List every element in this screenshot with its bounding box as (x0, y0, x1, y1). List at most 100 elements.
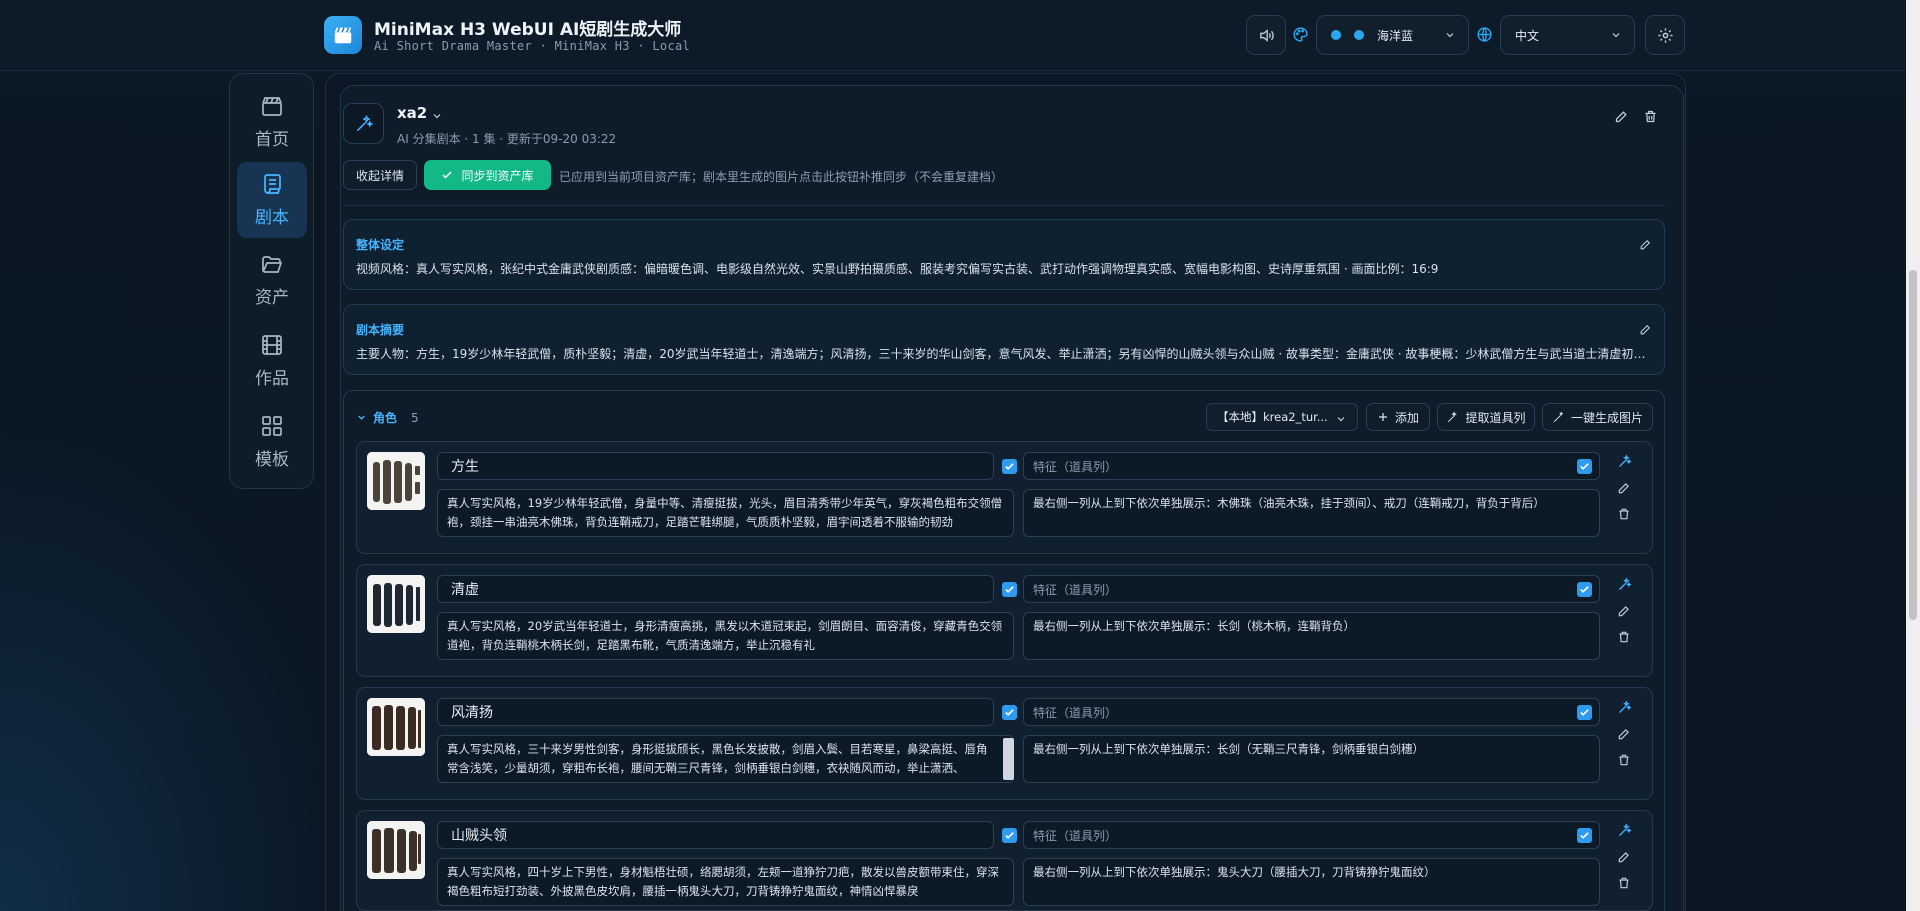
sidebar-item-script[interactable]: 剧本 (237, 162, 307, 238)
magic-wand-icon (356, 114, 373, 131)
role-feature-checkbox[interactable] (1577, 459, 1592, 474)
model-select-value: 【本地】krea2_tur... (1217, 410, 1328, 424)
chevron-down-icon (358, 415, 365, 420)
page-scrollbar-thumb[interactable] (1909, 270, 1917, 620)
roles-title: 角色 (373, 411, 398, 425)
check-icon (442, 171, 453, 179)
role-props[interactable]: 最右侧一列从上到下依次单独展示：木佛珠（油亮木珠，挂于颈间）、戒刀（连鞘戒刀，背… (1023, 489, 1600, 537)
role-name-checkbox[interactable] (1002, 828, 1017, 843)
role-feature-input[interactable]: 特征（道具列） (1023, 452, 1600, 480)
extract-props-label: 提取道具列 (1465, 410, 1526, 425)
generate-image-icon[interactable] (1617, 823, 1632, 842)
app-title: MiniMax H3 WebUI AI短剧生成大师 (374, 20, 682, 40)
script-summary-text: 主要人物：方生，19岁少林年轻武僧，质朴坚毅；清虚，20岁武当年轻道士，清逸端方… (356, 347, 1650, 361)
sync-button-label: 同步到资产库 (461, 168, 534, 183)
theme-select[interactable]: 海洋蓝 (1316, 15, 1469, 55)
edit-pencil-icon[interactable] (1617, 849, 1631, 868)
role-feature-checkbox[interactable] (1577, 582, 1592, 597)
role-description[interactable]: 真人写实风格，三十来岁男性剑客，身形挺拔颀长，黑色长发披散，剑眉入鬓、目若寒星，… (437, 735, 1014, 783)
magic-wand-icon (1553, 411, 1564, 422)
role-name-input[interactable]: 清虚 (437, 575, 994, 603)
add-role-button[interactable]: 添加 (1366, 403, 1430, 431)
grid-icon (262, 416, 282, 436)
model-select[interactable]: 【本地】krea2_tur... (1206, 403, 1358, 431)
sparkle-wand-icon (1448, 411, 1458, 422)
role-description[interactable]: 真人写实风格，四十岁上下男性，身材魁梧壮硕，络腮胡须，左颊一道狰狞刀疤，散发以兽… (437, 858, 1014, 906)
sidebar-item-assets[interactable]: 资产 (237, 242, 307, 318)
role-feature-input[interactable]: 特征（道具列） (1023, 575, 1600, 603)
edit-overall-pencil-icon[interactable] (1639, 236, 1652, 255)
sync-note: 已应用到当前项目资产库；剧本里生成的图片点击此按钮补推同步（不会重复建档） (559, 170, 1004, 184)
chevron-down-icon (1337, 417, 1345, 422)
role-feature-input[interactable]: 特征（道具列） (1023, 821, 1600, 849)
delete-trash-icon[interactable] (1617, 875, 1631, 894)
delete-trash-icon[interactable] (1617, 506, 1631, 525)
app-subtitle: Ai Short Drama Master · MiniMax H3 · Loc… (374, 39, 691, 53)
role-card: 清虚 特征（道具列） 真人写实风格，20岁武当年轻道士，身形清瘦高挑，黑发以木道… (356, 564, 1653, 677)
speaker-icon (1259, 28, 1274, 42)
role-feature-checkbox[interactable] (1577, 828, 1592, 843)
generate-image-icon[interactable] (1617, 454, 1632, 473)
roles-count: 5 (411, 410, 419, 425)
role-description[interactable]: 真人写实风格，20岁武当年轻道士，身形清瘦高挑，黑发以木道冠束起，剑眉朗目、面容… (437, 612, 1014, 660)
delete-trash-icon[interactable] (1617, 629, 1631, 648)
sidebar-item-works[interactable]: 作品 (237, 323, 307, 399)
delete-trash-icon[interactable] (1617, 752, 1631, 771)
delete-script-trash-icon[interactable] (1643, 109, 1658, 128)
role-props[interactable]: 最右侧一列从上到下依次单独展示：鬼头大刀（腰插大刀，刀背铸狰狞鬼面纹） (1023, 858, 1600, 906)
role-name-input[interactable]: 山贼头领 (437, 821, 994, 849)
collapse-details-button[interactable]: 收起详情 (343, 160, 417, 190)
settings-button[interactable] (1645, 15, 1685, 55)
theme-color-dot-2 (1354, 30, 1364, 40)
role-feature-input[interactable]: 特征（道具列） (1023, 698, 1600, 726)
edit-pencil-icon[interactable] (1617, 480, 1631, 499)
role-card: 方生 特征（道具列） 真人写实风格，19岁少林年轻武僧，身量中等、清瘦挺拔，光头… (356, 441, 1653, 554)
role-thumbnail[interactable] (367, 575, 425, 633)
edit-summary-pencil-icon[interactable] (1639, 321, 1652, 340)
edit-script-pencil-icon[interactable] (1614, 109, 1629, 128)
generate-image-icon[interactable] (1617, 700, 1632, 719)
edit-pencil-icon[interactable] (1617, 726, 1631, 745)
sidebar-item-label: 首页 (255, 130, 289, 150)
theme-select-value: 海洋蓝 (1377, 28, 1414, 43)
divider (343, 205, 1665, 206)
sidebar-item-label: 作品 (255, 369, 289, 389)
theme-color-dot (1331, 30, 1341, 40)
role-name-input[interactable]: 方生 (437, 452, 994, 480)
sidebar-item-home[interactable]: 首页 (237, 84, 307, 160)
sync-to-assets-button[interactable]: 同步到资产库 (424, 160, 551, 190)
role-props[interactable]: 最右侧一列从上到下依次单独展示：长剑（桃木柄，连鞘背负） (1023, 612, 1600, 660)
edit-pencil-icon[interactable] (1617, 603, 1631, 622)
chevron-down-icon[interactable] (431, 107, 443, 126)
chevron-down-icon (1446, 33, 1454, 38)
role-props[interactable]: 最右侧一列从上到下依次单独展示：长剑（无鞘三尺青锋，剑柄垂银白剑穗） (1023, 735, 1600, 783)
role-feature-checkbox[interactable] (1577, 705, 1592, 720)
overall-settings-panel: 整体设定 视频风格：真人写实风格，张纪中式金庸武侠剧质感：偏暗暖色调、电影级自然… (343, 219, 1665, 290)
role-thumbnail[interactable] (367, 698, 425, 756)
role-name-input[interactable]: 风清扬 (437, 698, 994, 726)
script-meta: AI 分集剧本 · 1 集 · 更新于09-20 03:22 (397, 132, 617, 146)
role-thumbnail[interactable] (367, 821, 425, 879)
left-sidebar: 首页 剧本 资产 作品 模板 (229, 73, 314, 489)
chevron-down-icon (1612, 33, 1620, 38)
language-select[interactable]: 中文 (1500, 15, 1635, 55)
role-description[interactable]: 真人写实风格，19岁少林年轻武僧，身量中等、清瘦挺拔，光头，眉目清秀带少年英气，… (437, 489, 1014, 537)
sound-toggle-button[interactable] (1246, 15, 1286, 55)
role-name-checkbox[interactable] (1002, 459, 1017, 474)
plus-icon (1378, 413, 1387, 421)
generate-image-icon[interactable] (1617, 577, 1632, 596)
clapperboard-icon (262, 97, 282, 116)
generate-all-images-button[interactable]: 一键生成图片 (1542, 403, 1653, 431)
app-logo (324, 16, 362, 54)
description-scrollbar[interactable] (1003, 738, 1014, 780)
roles-section-toggle[interactable]: 角色 5 (356, 409, 419, 426)
script-name[interactable]: xa2 (397, 104, 427, 122)
role-name-checkbox[interactable] (1002, 705, 1017, 720)
extract-props-button[interactable]: 提取道具列 (1437, 403, 1535, 431)
role-name-checkbox[interactable] (1002, 582, 1017, 597)
scroll-icon (264, 174, 281, 194)
sidebar-item-label: 模板 (255, 450, 289, 470)
role-thumbnail[interactable] (367, 452, 425, 510)
sidebar-item-templates[interactable]: 模板 (237, 404, 307, 480)
page-scrollbar[interactable] (1906, 0, 1920, 911)
